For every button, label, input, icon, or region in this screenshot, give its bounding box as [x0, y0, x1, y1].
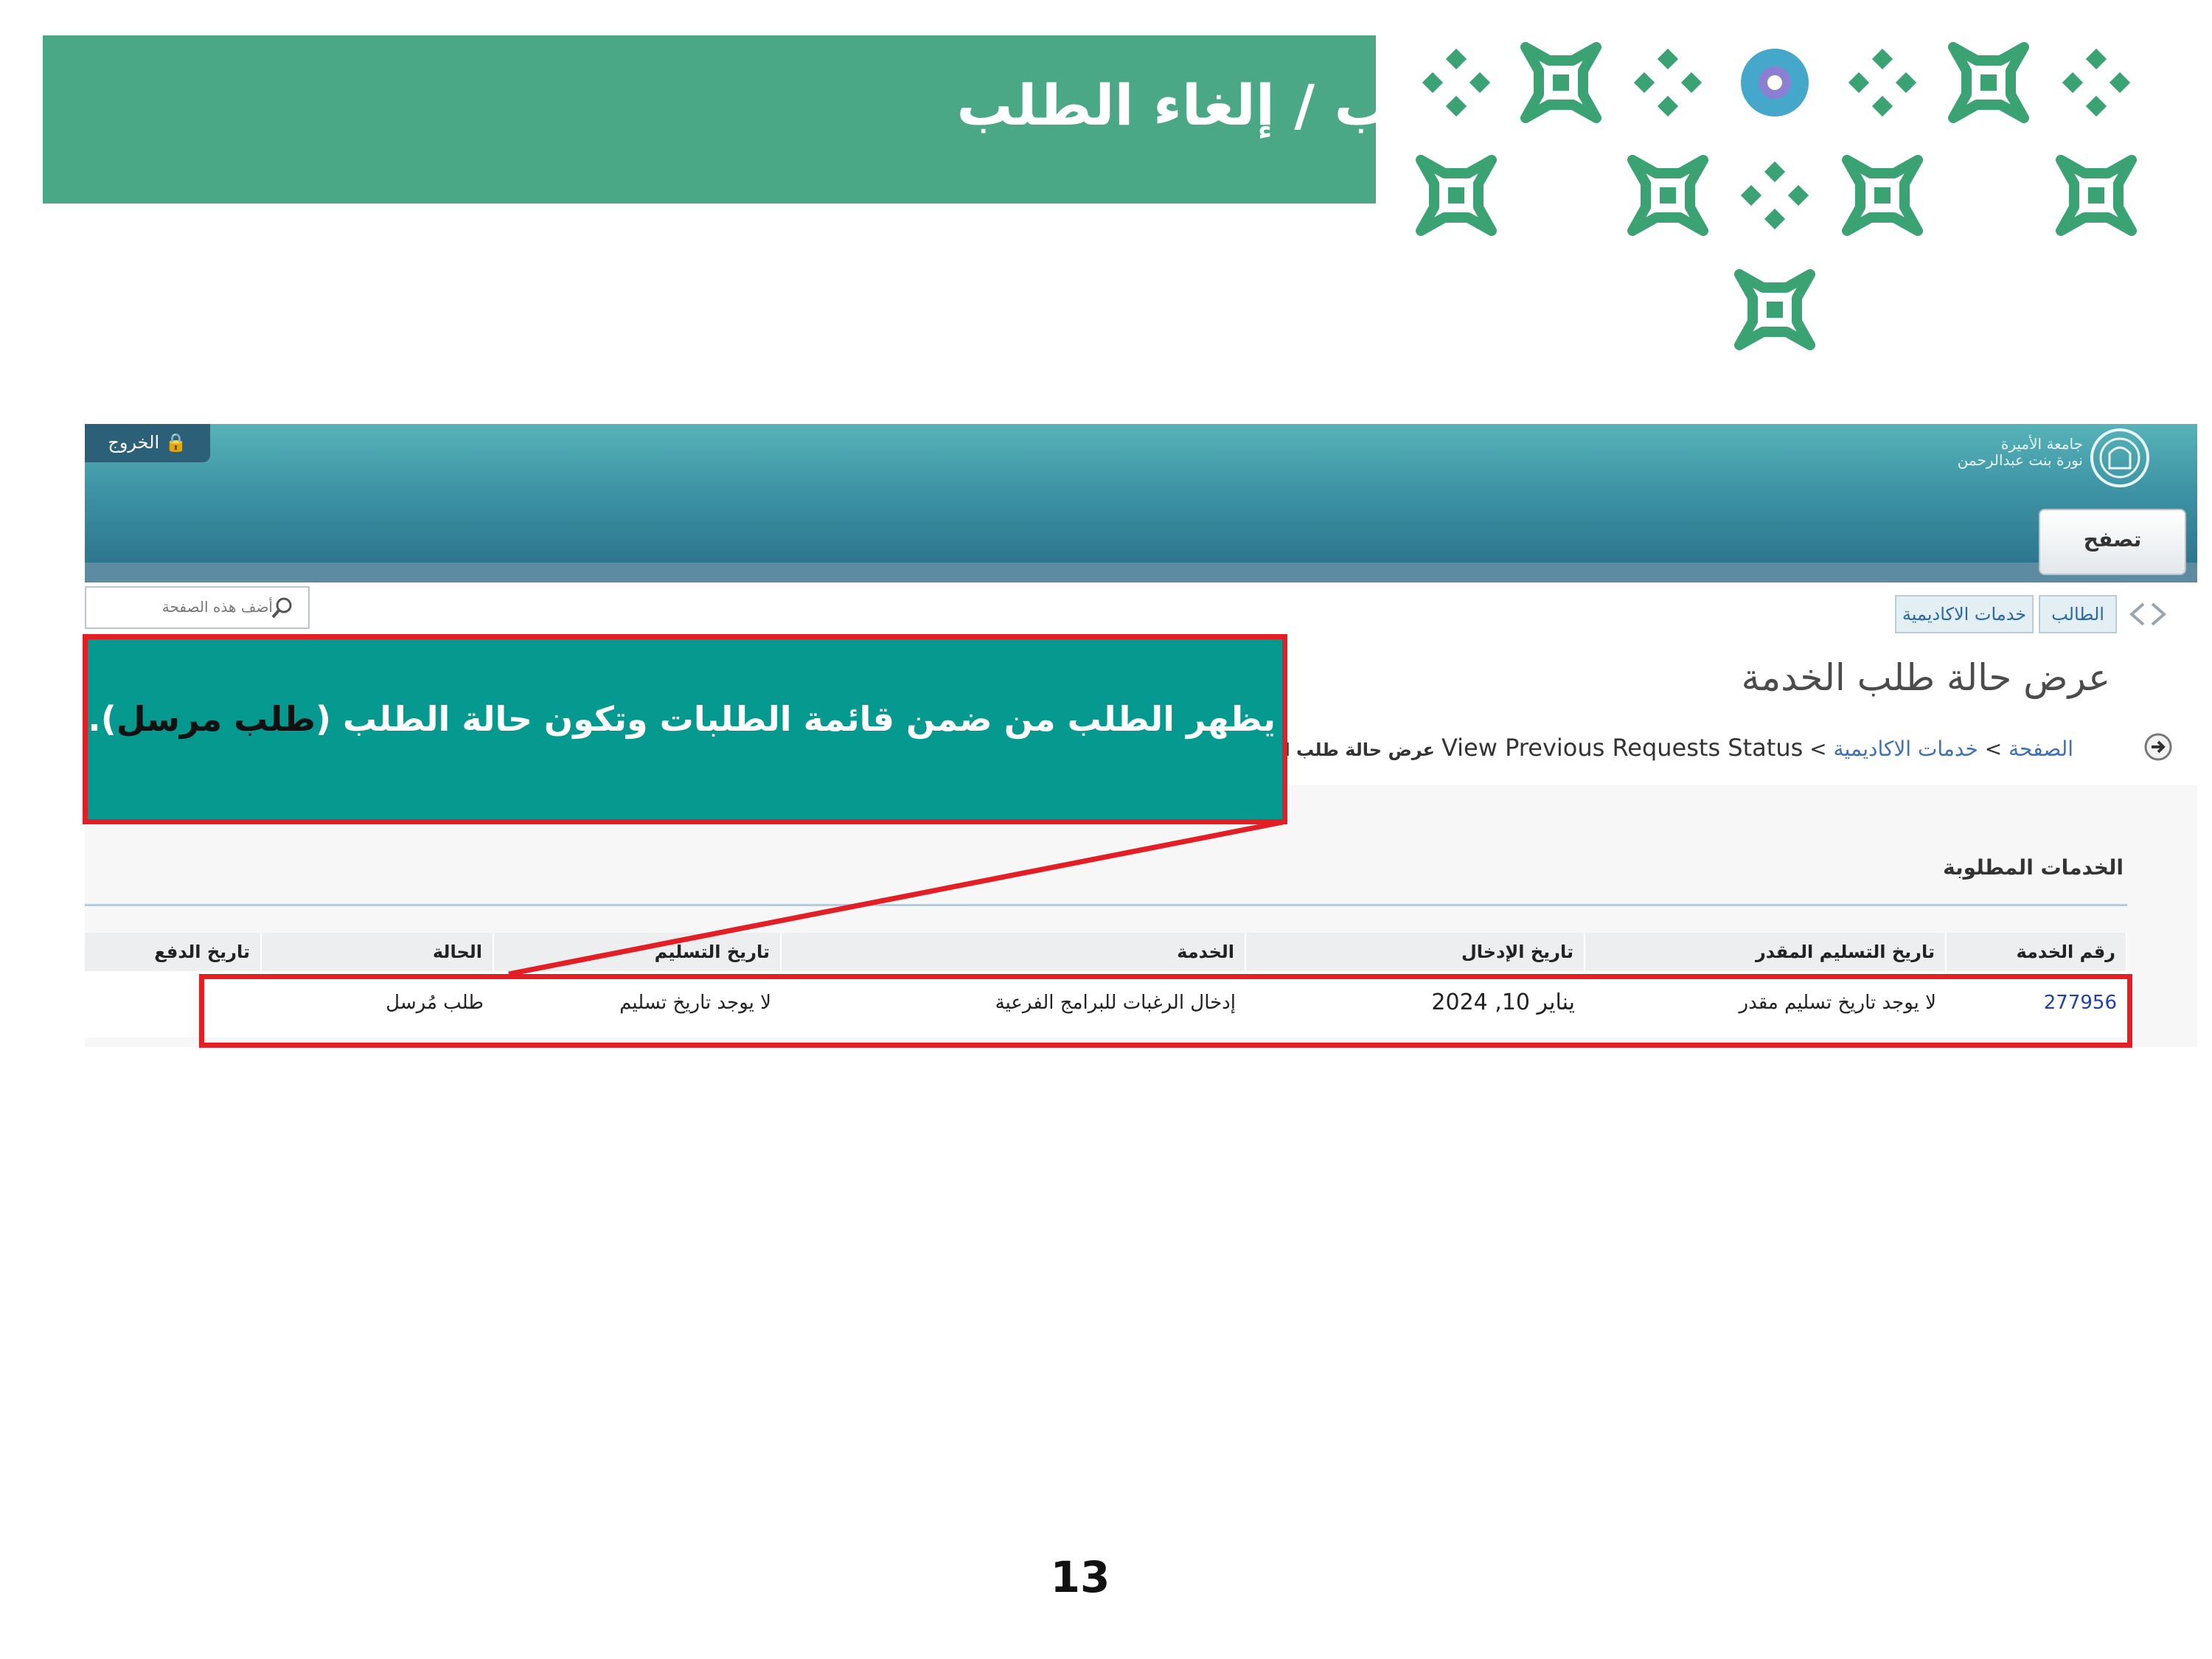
lock-icon: 🔒: [164, 432, 187, 453]
breadcrumb-academic[interactable]: خدمات الاكاديمية: [1834, 737, 1978, 761]
col-header-payment-date[interactable]: تاريخ الدفع: [85, 933, 262, 971]
breadcrumb-current-en: View Previous Requests Status: [1441, 734, 1804, 762]
section-divider: [85, 904, 2127, 906]
col-header-service[interactable]: الخدمة: [782, 933, 1246, 971]
university-name-line2: نورة بنت عبدالرحمن: [1957, 451, 2083, 469]
breadcrumb-home[interactable]: الصفحة: [2008, 737, 2073, 761]
callout-text-after: ).: [88, 699, 116, 739]
logout-label: الخروج: [108, 432, 160, 453]
tab-academic-services[interactable]: خدمات الاكاديمية: [1895, 595, 2034, 633]
portal-header: [85, 424, 2197, 582]
col-header-status[interactable]: الحالة: [262, 933, 494, 971]
row-highlight-box: [199, 974, 2132, 1048]
callout-text-before: يظهر الطلب من ضمن قائمة الطلبات وتكون حا…: [315, 699, 1276, 739]
col-header-estimated-delivery[interactable]: تاريخ التسليم المقدر: [1585, 933, 1947, 971]
tab-student[interactable]: الطالب: [2039, 595, 2117, 633]
breadcrumb-separator: >: [1978, 737, 2003, 761]
page-number: 13: [1050, 1552, 1110, 1602]
callout-text: يظهر الطلب من ضمن قائمة الطلبات وتكون حا…: [88, 699, 1276, 739]
search-icon[interactable]: [271, 597, 293, 619]
breadcrumb: الصفحة > خدمات الاكاديمية > View Previou…: [1233, 734, 2073, 762]
callout-emphasis: طلب مرسل: [116, 699, 316, 739]
col-header-entry-date[interactable]: تاريخ الإدخال: [1246, 933, 1585, 971]
tab-scroll-arrows-icon[interactable]: [2127, 601, 2168, 627]
decorative-pattern: [1412, 37, 2149, 361]
university-name-line1: جامعة الأميرة: [2000, 435, 2083, 453]
section-title: الخدمات المطلوبة: [1943, 855, 2124, 880]
header-strip: [85, 563, 2197, 582]
university-name: جامعة الأميرة نورة بنت عبدالرحمن: [1913, 436, 2083, 468]
breadcrumb-separator: >: [1803, 737, 1827, 761]
logout-button[interactable]: 🔒 الخروج: [85, 424, 210, 462]
browse-button[interactable]: تصفح: [2039, 509, 2186, 575]
col-header-service-number[interactable]: رقم الخدمة: [1947, 933, 2127, 971]
page-title: عرض حالة طلب الخدمة: [1741, 656, 2110, 699]
breadcrumb-arrow-icon[interactable]: [2143, 732, 2173, 762]
col-header-delivery-date[interactable]: تاريخ التسليم: [494, 933, 782, 971]
